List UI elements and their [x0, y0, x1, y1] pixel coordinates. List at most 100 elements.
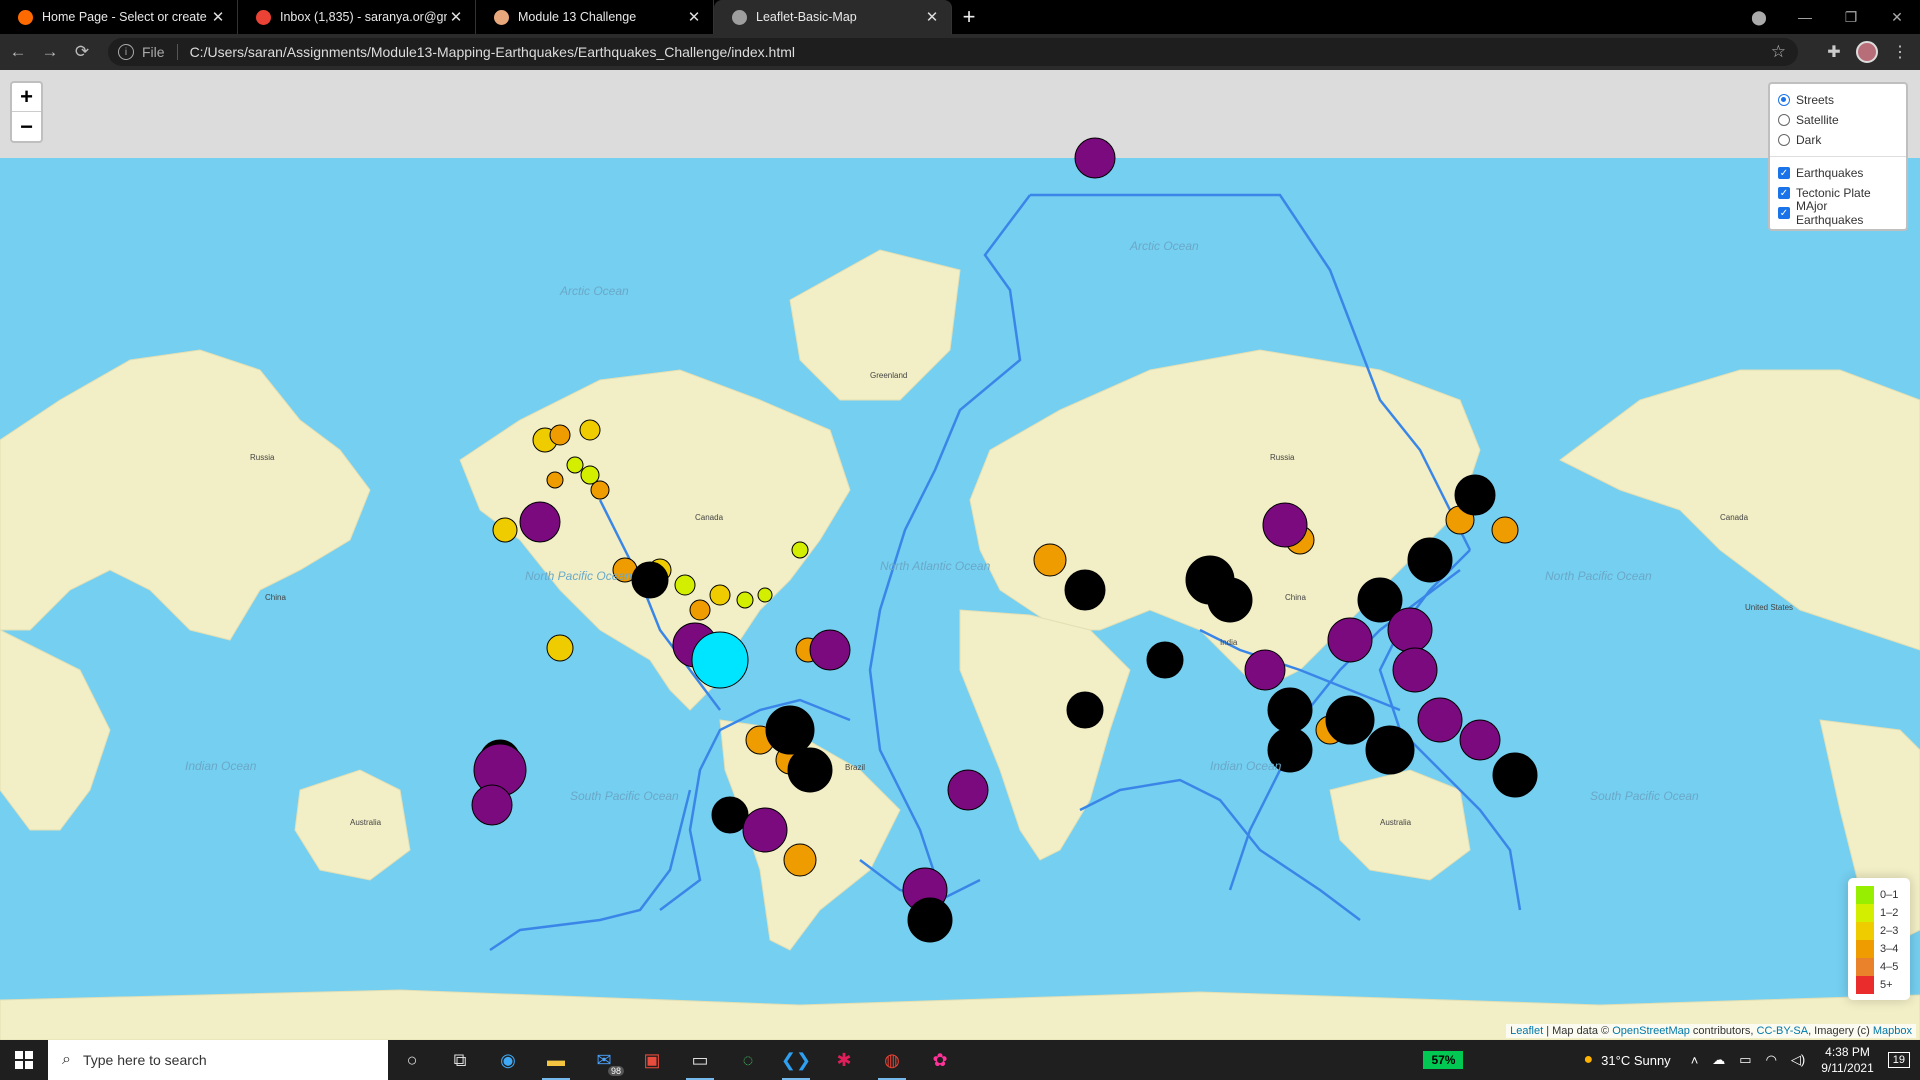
- close-icon[interactable]: ✕: [685, 8, 703, 26]
- leaflet-map[interactable]: Arctic Ocean Arctic Ocean North Pacific …: [0, 70, 1920, 1040]
- cloud-icon[interactable]: ☁: [1712, 1052, 1725, 1068]
- mail-icon[interactable]: ✉ 98: [580, 1040, 628, 1080]
- anaconda-icon[interactable]: ◌: [724, 1040, 772, 1080]
- forward-button[interactable]: →: [36, 38, 64, 66]
- radio-icon[interactable]: [1778, 134, 1790, 146]
- maximize-button[interactable]: ❐: [1828, 0, 1874, 34]
- legend-swatch: [1856, 886, 1874, 904]
- label-north-pacific-2: North Pacific Ocean: [1545, 569, 1652, 583]
- windows-start-icon[interactable]: [0, 1040, 48, 1080]
- close-icon[interactable]: ✕: [209, 8, 227, 26]
- label-north-atlantic: North Atlantic Ocean: [880, 559, 991, 573]
- magnitude-legend: 0–1 1–2 2–3 3–4 4–5 5+: [1848, 878, 1910, 1000]
- label-arctic-ocean-2: Arctic Ocean: [1129, 239, 1199, 253]
- battery-icon[interactable]: ▭: [1739, 1052, 1751, 1068]
- tab-gmail-inbox[interactable]: Inbox (1,835) - saranya.or@gmail ✕: [238, 0, 476, 34]
- legend-row: 3–4: [1856, 940, 1904, 958]
- app-icon[interactable]: ✿: [916, 1040, 964, 1080]
- overlay-earthquakes[interactable]: ✓ Earthquakes: [1778, 163, 1898, 183]
- label-australia-2: Australia: [350, 818, 382, 827]
- address-bar[interactable]: i File C:/Users/saran/Assignments/Module…: [108, 38, 1798, 66]
- profile-dropdown-icon[interactable]: ⬤: [1736, 0, 1782, 34]
- avatar[interactable]: [1856, 41, 1878, 63]
- tab-module-13-challenge[interactable]: Module 13 Challenge ✕: [476, 0, 714, 34]
- tab-title: Home Page - Select or create a n: [42, 10, 209, 24]
- volume-icon[interactable]: ◁): [1791, 1052, 1805, 1068]
- clock[interactable]: 4:38 PM 9/11/2021: [1821, 1044, 1874, 1076]
- attribution-text: , Imagery (c): [1808, 1025, 1873, 1037]
- zoom-in-button[interactable]: +: [12, 83, 41, 112]
- label-south-pacific-2: South Pacific Ocean: [1590, 789, 1699, 803]
- legend-label: 3–4: [1880, 943, 1899, 955]
- vscode-icon[interactable]: ❮❯: [772, 1040, 820, 1080]
- legend-label: 1–2: [1880, 907, 1899, 919]
- osm-link[interactable]: OpenStreetMap: [1612, 1025, 1690, 1037]
- search-icon: ⌕: [62, 1051, 71, 1068]
- url-text[interactable]: C:/Users/saran/Assignments/Module13-Mapp…: [190, 44, 795, 60]
- label-north-pacific: North Pacific Ocean: [525, 569, 632, 583]
- weather-text[interactable]: 31°C Sunny: [1601, 1053, 1671, 1068]
- label-indian-ocean: Indian Ocean: [185, 759, 257, 773]
- close-icon[interactable]: ✕: [447, 8, 465, 26]
- label-greenland: Greenland: [870, 371, 907, 380]
- tab-favicon-icon: [18, 9, 33, 25]
- battery-indicator[interactable]: 57%: [1423, 1051, 1464, 1069]
- wifi-icon[interactable]: ◠: [1766, 1052, 1777, 1068]
- legend-swatch: [1856, 922, 1874, 940]
- radio-icon[interactable]: [1778, 114, 1790, 126]
- system-tray: 57% ● 31°C Sunny ˄ ☁ ▭ ◠ ◁) 4:38 PM 9/11…: [1423, 1040, 1920, 1080]
- legend-label: 5+: [1880, 979, 1893, 991]
- legend-label: 0–1: [1880, 889, 1899, 901]
- chevron-up-icon[interactable]: ˄: [1691, 1053, 1699, 1068]
- tab-title: Leaflet-Basic-Map: [756, 10, 857, 24]
- base-layer-streets[interactable]: Streets: [1778, 90, 1898, 110]
- checkbox-icon[interactable]: ✓: [1778, 167, 1790, 179]
- slack-icon[interactable]: ✱: [820, 1040, 868, 1080]
- zoom-out-button[interactable]: −: [12, 112, 41, 141]
- back-button[interactable]: ←: [4, 38, 32, 66]
- legend-label: 4–5: [1880, 961, 1899, 973]
- attribution-text: | Map data ©: [1543, 1025, 1613, 1037]
- office-icon[interactable]: ▣: [628, 1040, 676, 1080]
- edge-icon[interactable]: ◉: [484, 1040, 532, 1080]
- base-layer-dark[interactable]: Dark: [1778, 130, 1898, 150]
- layer-control: Streets Satellite Dark ✓ Earthquakes ✓ Tec…: [1768, 82, 1908, 231]
- close-window-button[interactable]: ✕: [1874, 0, 1920, 34]
- ocean: [0, 158, 1920, 1038]
- menu-icon[interactable]: ⋮: [1888, 38, 1912, 66]
- checkbox-icon[interactable]: ✓: [1778, 187, 1790, 199]
- label-russia: Russia: [1270, 453, 1295, 462]
- overlay-major-earthquakes[interactable]: ✓ MAjor Earthquakes: [1778, 199, 1898, 227]
- terminal-icon[interactable]: ▭: [676, 1040, 724, 1080]
- browser-toolbar: ← → ⟳ i File C:/Users/saran/Assignments/…: [0, 34, 1920, 70]
- file-explorer-icon[interactable]: ▬: [532, 1040, 580, 1080]
- legend-swatch: [1856, 940, 1874, 958]
- info-icon[interactable]: i: [118, 44, 134, 60]
- gmail-icon: [256, 9, 271, 25]
- base-layer-satellite[interactable]: Satellite: [1778, 110, 1898, 130]
- bookmark-star-icon[interactable]: ☆: [1771, 42, 1786, 62]
- legend-swatch: [1856, 904, 1874, 922]
- license-link[interactable]: CC-BY-SA: [1757, 1025, 1809, 1037]
- taskbar-search-input[interactable]: ⌕ Type here to search: [48, 1040, 388, 1080]
- close-icon[interactable]: ✕: [923, 8, 941, 26]
- cortana-icon[interactable]: ○: [388, 1040, 436, 1080]
- radio-icon[interactable]: [1778, 94, 1790, 106]
- chrome-icon[interactable]: ◍: [868, 1040, 916, 1080]
- label-united-states: United States: [1745, 603, 1793, 612]
- mapbox-link[interactable]: Mapbox: [1873, 1025, 1912, 1037]
- label-canada: Canada: [695, 513, 724, 522]
- extensions-icon[interactable]: ✚: [1822, 38, 1846, 66]
- window-controls: ⬤ — ❐ ✕: [1736, 0, 1920, 34]
- task-view-icon[interactable]: ⧉: [436, 1040, 484, 1080]
- weather-icon[interactable]: ●: [1583, 1051, 1593, 1069]
- reload-button[interactable]: ⟳: [68, 38, 96, 66]
- tab-leaflet-basic-map[interactable]: Leaflet-Basic-Map ✕: [714, 0, 952, 34]
- map-canvas[interactable]: Arctic Ocean Arctic Ocean North Pacific …: [0, 70, 1920, 1040]
- tab-home-page[interactable]: Home Page - Select or create a n ✕: [0, 0, 238, 34]
- notification-icon[interactable]: 19: [1887, 1052, 1910, 1068]
- checkbox-icon[interactable]: ✓: [1778, 207, 1790, 219]
- minimize-button[interactable]: —: [1782, 0, 1828, 34]
- new-tab-button[interactable]: +: [952, 0, 986, 34]
- leaflet-link[interactable]: Leaflet: [1510, 1025, 1543, 1037]
